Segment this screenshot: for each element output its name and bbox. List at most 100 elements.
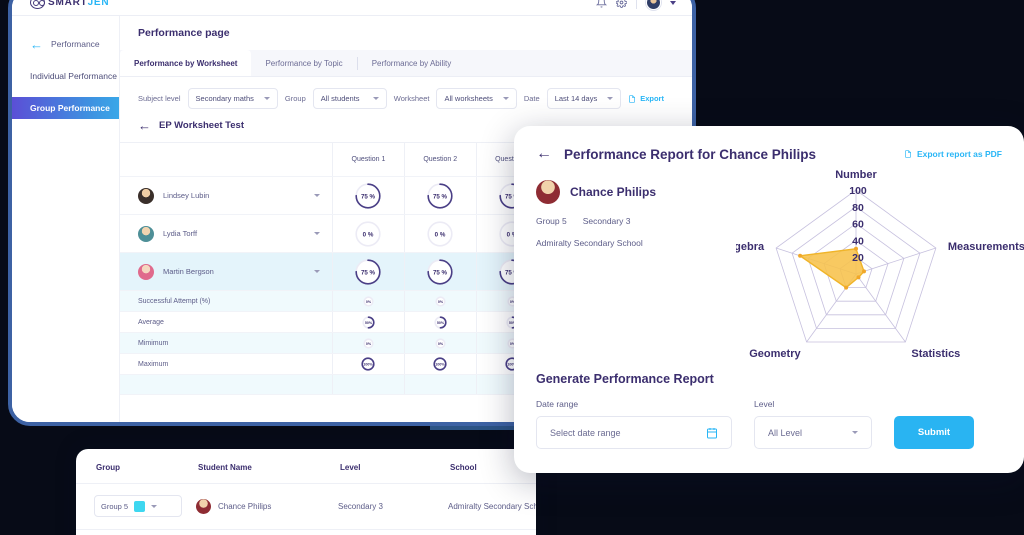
student-detail-header: Seq Subject Overall Score Last activity … [76,530,536,535]
summary-cell-q1: 50% [332,311,405,333]
user-avatar[interactable] [646,0,661,10]
avatar [138,263,154,280]
chevron-down-icon [502,97,509,100]
screenshot-root: SMARTJEN ← Performance Individual Perfor… [0,0,1024,535]
logo-glasses-icon [30,0,45,9]
score-ring: 0 % [405,215,476,252]
tab-performance-by-topic[interactable]: Performance by Topic [251,50,357,76]
student-name-label: Lindsey Lubin [163,191,210,200]
generate-report-section: Generate Performance Report Date range S… [514,366,1024,449]
export-label: Export [640,94,664,103]
radar-axis-label: Number [835,169,877,181]
chevron-down-icon [372,97,379,100]
score-ring: 50% [405,315,476,329]
submit-button[interactable]: Submit [894,416,974,449]
avatar [138,187,154,204]
bell-icon[interactable] [596,0,607,8]
summary-label: Mimimum [120,332,334,354]
summary-label: Average [120,311,334,333]
svg-text:0%: 0% [438,342,444,346]
radar-axis-label: Statistics [911,348,960,360]
student-name-value: Chance Philips [218,501,272,511]
export-report-pdf-button[interactable]: Export report as PDF [904,149,1002,159]
student-list-card: Group Student Name Level School Group 5 … [76,449,536,535]
app-logo[interactable]: SMARTJEN [30,0,109,9]
svg-text:100%: 100% [364,363,374,367]
chevron-down-icon[interactable] [314,232,321,235]
chevron-down-icon[interactable] [670,0,676,5]
export-button[interactable]: Export [628,94,664,104]
radar-data-point [856,275,861,280]
performance-report-panel: ← Performance Report for Chance Philips … [514,126,1024,473]
page-title: Performance page [138,27,230,39]
filter-select-date[interactable]: Last 14 days [546,88,622,109]
filter-select-worksheet[interactable]: All worksheets [436,88,517,109]
radar-data-point [798,253,803,258]
group-select[interactable]: Group 5 [94,495,182,517]
topbar-divider [636,0,637,9]
report-title: Performance Report for Chance Philips [564,146,817,162]
summary-cell-q2: 50% [404,311,477,333]
tab-performance-by-ability[interactable]: Performance by Ability [357,50,466,76]
student-group: Group 5 [536,216,567,226]
chevron-down-icon [852,431,858,434]
filter-label-worksheet: Worksheet [393,94,430,103]
chevron-down-icon[interactable] [314,194,321,197]
filter-select-subject-level[interactable]: Secondary maths [187,88,278,109]
radar-tick-label: 100 [849,185,867,197]
report-header: ← Performance Report for Chance Philips … [514,126,1024,162]
filter-value: All students [320,94,360,103]
sidebar-back-performance[interactable]: ← Performance [12,33,119,55]
sidebar-item-label: Group Performance [30,103,110,113]
radar-axis-label: Geometry [749,348,801,360]
summary-cell-q2: 0% [404,290,477,312]
radar-tick-label: 40 [852,235,864,247]
score-ring: 0% [405,337,476,349]
svg-text:75 %: 75 % [361,193,376,200]
filter-label-date: Date [523,94,540,103]
sidebar-item-individual-performance[interactable]: Individual Performance [12,65,119,87]
sidebar-item-label: Individual Performance [30,71,117,81]
summary-cell-q1: 0% [332,290,405,312]
student-list-row[interactable]: Group 5 Chance Philips Secondary 3 Admir… [76,484,536,517]
score-cell-q1: 75 % [332,252,405,291]
svg-text:0 %: 0 % [363,231,374,238]
tab-performance-by-worksheet[interactable]: Performance by Worksheet [120,50,252,76]
radar-data-point [862,269,866,274]
group-color-swatch [134,500,146,512]
gear-icon[interactable] [616,0,627,8]
filter-value: All worksheets [444,94,493,103]
score-cell-q2: 0 % [404,214,477,253]
radar-chart: 20 40 60 80 100 Number Measurements Statistics… [726,169,1024,366]
score-cell-q2: 75 % [404,252,477,291]
sidebar: ← Performance Individual Performance Gro… [12,16,120,422]
column-header-group: Group [96,463,120,472]
level-select[interactable]: All Level [754,416,872,449]
radar-chart-svg: 20 40 60 80 100 Number Measurements Statistics… [736,169,1024,360]
score-ring: 0 % [333,215,404,252]
student-school: Admiralty Secondary School [536,238,643,248]
chevron-down-icon[interactable] [314,270,321,273]
date-range-input[interactable]: Select date range [536,416,732,449]
avatar [196,498,211,514]
column-header-level: Level [340,463,361,472]
filter-value: Last 14 days [554,94,598,103]
sidebar-item-group-performance[interactable]: Group Performance [12,97,119,119]
score-ring: 50% [333,315,404,329]
spacer [332,374,405,395]
score-cell-q1: 75 % [332,176,405,215]
date-range-placeholder: Select date range [550,427,621,438]
student-name-cell: Chance Philips [196,498,338,514]
svg-text:0 %: 0 % [435,231,446,238]
column-header-student-name: Student Name [198,463,252,472]
arrow-left-icon: ← [138,118,151,133]
back-arrow-icon[interactable]: ← [536,146,552,162]
table-header-question-2: Question 2 [404,142,477,177]
document-export-icon [629,94,636,103]
student-name-cell: Lydia Torff [120,214,334,253]
document-export-icon [904,150,911,158]
score-ring: 0% [333,337,404,349]
filter-label-group: Group [284,94,306,103]
filter-select-group[interactable]: All students [312,88,387,109]
filter-value: Secondary maths [195,94,254,103]
